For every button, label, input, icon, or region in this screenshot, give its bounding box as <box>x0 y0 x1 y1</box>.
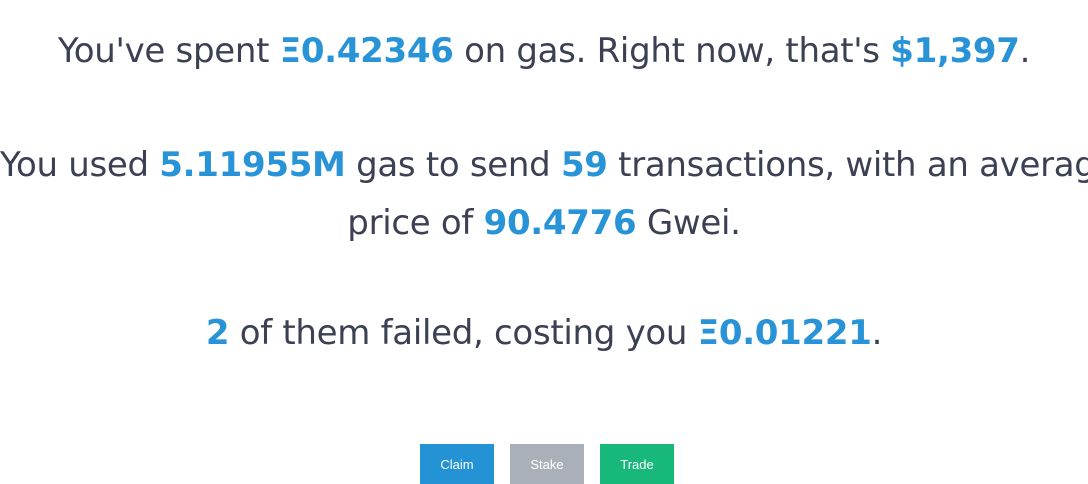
usage-prefix: You used <box>0 145 160 185</box>
failed-suffix: . <box>871 313 883 353</box>
spent-suffix: . <box>1019 31 1031 71</box>
spent-middle: on gas. Right now, that's <box>453 31 891 71</box>
usage-summary-line-1: You used 5.11955M gas to send 59 transac… <box>0 138 1088 192</box>
failed-middle: of them failed, costing you <box>229 313 698 353</box>
trade-button[interactable]: Trade <box>600 444 674 484</box>
usage-middle-1: gas to send <box>345 145 561 185</box>
spent-summary: You've spent Ξ0.42346 on gas. Right now,… <box>0 24 1088 78</box>
spent-usd-amount: $1,397 <box>890 31 1020 71</box>
spent-prefix: You've spent <box>57 31 280 71</box>
usage-line2-suffix: Gwei. <box>636 203 741 243</box>
usage-line2-prefix: price of <box>347 203 484 243</box>
failed-summary: 2 of them failed, costing you Ξ0.01221. <box>0 306 1088 360</box>
gas-summary-page: You've spent Ξ0.42346 on gas. Right now,… <box>0 0 1088 484</box>
usage-summary-line-2: price of 90.4776 Gwei. <box>0 196 1088 250</box>
usage-middle-2: transactions, with an average <box>607 145 1088 185</box>
claim-button[interactable]: Claim <box>420 444 494 484</box>
action-buttons: Claim Stake Trade <box>0 444 1088 484</box>
stake-button[interactable]: Stake <box>510 444 584 484</box>
tx-count: 59 <box>560 145 608 185</box>
spent-eth-amount: Ξ0.42346 <box>279 31 454 71</box>
failed-eth-amount: Ξ0.01221 <box>697 313 872 353</box>
gas-amount: 5.11955M <box>159 145 346 185</box>
avg-gas-price: 90.4776 <box>483 203 637 243</box>
failed-count: 2 <box>205 313 230 353</box>
